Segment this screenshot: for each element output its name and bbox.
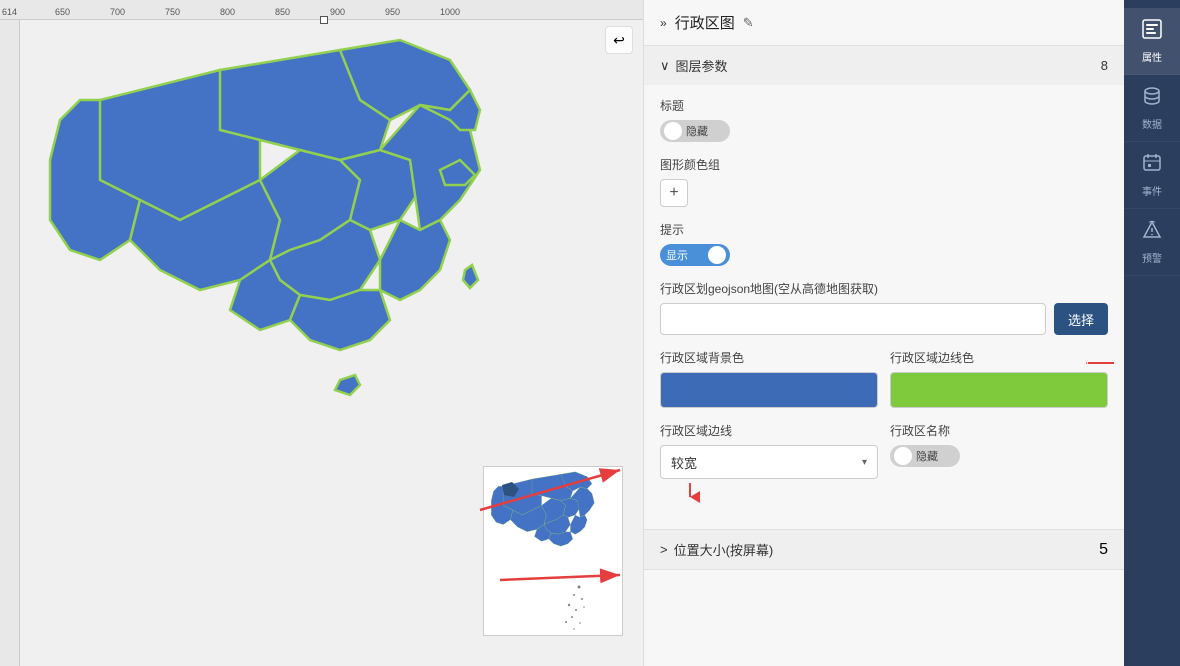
panel-expand-icon[interactable]: » <box>660 16 667 30</box>
color-group-label: 图形颜色组 <box>660 156 1108 173</box>
border-name-row: 行政区域边线 较宽 ▾ <box>660 422 1108 517</box>
color-group-row: 图形颜色组 + <box>660 156 1108 207</box>
toggle-knob <box>708 246 726 264</box>
bg-color-label: 行政区域背景色 <box>660 349 878 366</box>
title-toggle[interactable]: 隐藏 <box>660 120 730 142</box>
data-label: 数据 <box>1142 116 1162 131</box>
chevron-down-icon: ▾ <box>862 457 867 468</box>
area-name-group: 行政区名称 隐藏 <box>890 422 1108 503</box>
panel-header: » 行政区图 ✎ <box>644 0 1124 46</box>
area-name-toggle[interactable]: 隐藏 <box>890 445 960 467</box>
border-width-value: 较宽 <box>671 453 697 472</box>
arrow-annotation <box>1086 353 1116 373</box>
section-chevron: ∨ <box>660 58 670 74</box>
edit-icon[interactable]: ✎ <box>743 15 754 31</box>
thumbnail-preview <box>483 466 623 636</box>
toggle-text: 显示 <box>666 247 688 263</box>
layer-params-body: 标题 隐藏 图形颜色组 + 提示 <box>644 85 1124 529</box>
toggle-text: 隐藏 <box>916 448 938 464</box>
sidebar-item-alert[interactable]: 预警 <box>1124 209 1180 276</box>
properties-panel: » 行政区图 ✎ ∨ 图层参数 8 标题 隐 <box>643 0 1124 666</box>
hint-row: 提示 显示 <box>660 221 1108 266</box>
properties-label: 属性 <box>1142 49 1162 64</box>
ruler-tick: 1000 <box>440 7 460 17</box>
ruler-tick: 614 <box>2 7 17 17</box>
geojson-row: 行政区划geojson地图(空从高德地图获取) 选择 <box>660 280 1108 335</box>
ruler-tick: 800 <box>220 7 235 17</box>
border-width-dropdown[interactable]: 较宽 ▾ <box>660 445 878 479</box>
data-icon <box>1141 85 1163 112</box>
hint-toggle[interactable]: 显示 <box>660 244 730 266</box>
border-color-swatch[interactable] <box>890 372 1108 408</box>
sidebar-item-data[interactable]: 数据 <box>1124 75 1180 142</box>
bg-color-swatch[interactable] <box>660 372 878 408</box>
border-width-group: 行政区域边线 较宽 ▾ <box>660 422 878 503</box>
border-color-label: 行政区域边线色 <box>890 349 1108 366</box>
section-count: 8 <box>1101 58 1108 73</box>
alert-label: 预警 <box>1142 250 1162 265</box>
title-field-row: 标题 隐藏 <box>660 97 1108 142</box>
hint-label: 提示 <box>660 221 1108 238</box>
ruler-tick: 650 <box>55 7 70 17</box>
sidebar-item-properties[interactable]: 属性 <box>1124 8 1180 75</box>
layer-params-header[interactable]: ∨ 图层参数 8 <box>644 46 1124 85</box>
border-width-label: 行政区域边线 <box>660 422 878 439</box>
area-name-label: 行政区名称 <box>890 422 1108 439</box>
undo-button[interactable]: ↩ <box>605 26 633 54</box>
sidebar-item-event[interactable]: 事件 <box>1124 142 1180 209</box>
toggle-knob <box>894 447 912 465</box>
title-toggle-container: 隐藏 <box>660 120 1108 142</box>
toggle-knob <box>664 122 682 140</box>
geojson-input-row: 选择 <box>660 303 1108 335</box>
geojson-label: 行政区划geojson地图(空从高德地图获取) <box>660 280 1108 297</box>
canvas-area: 614 650 700 750 800 850 900 950 1000 ↩ <box>0 0 643 666</box>
color-row: 行政区域背景色 行政区域边线色 <box>660 349 1108 422</box>
alert-icon <box>1141 219 1163 246</box>
position-section-header[interactable]: > 位置大小(按屏幕) 5 <box>644 530 1124 569</box>
event-icon <box>1141 152 1163 179</box>
ruler-tick: 750 <box>165 7 180 17</box>
position-chevron: > <box>660 542 668 557</box>
map-display <box>20 20 600 510</box>
section-label: 图层参数 <box>676 56 728 75</box>
sidebar-icons: 属性 数据 事件 <box>1124 0 1180 666</box>
position-label: 位置大小(按屏幕) <box>674 540 774 559</box>
section-title: ∨ 图层参数 <box>660 56 728 75</box>
toggle-text: 隐藏 <box>686 123 708 139</box>
title-field-label: 标题 <box>660 97 1108 114</box>
ruler-left <box>0 20 20 666</box>
position-count: 5 <box>1099 541 1108 559</box>
add-color-group-button[interactable]: + <box>660 179 688 207</box>
border-color-group: 行政区域边线色 <box>890 349 1108 408</box>
geojson-input[interactable] <box>660 303 1046 335</box>
position-section: > 位置大小(按屏幕) 5 <box>644 530 1124 570</box>
event-label: 事件 <box>1142 183 1162 198</box>
dropdown-arrow-annotation <box>660 483 720 503</box>
right-panel: » 行政区图 ✎ ∨ 图层参数 8 标题 隐 <box>643 0 1180 666</box>
bg-color-group: 行政区域背景色 <box>660 349 878 408</box>
layer-params-section: ∨ 图层参数 8 标题 隐藏 <box>644 46 1124 530</box>
ruler-tick: 850 <box>275 7 290 17</box>
position-section-title: > 位置大小(按屏幕) <box>660 540 773 559</box>
select-button[interactable]: 选择 <box>1054 303 1108 335</box>
ruler-tick: 900 <box>330 7 345 17</box>
panel-title: 行政区图 <box>675 12 735 33</box>
ruler-tick: 700 <box>110 7 125 17</box>
ruler-tick: 950 <box>385 7 400 17</box>
properties-icon <box>1141 18 1163 45</box>
